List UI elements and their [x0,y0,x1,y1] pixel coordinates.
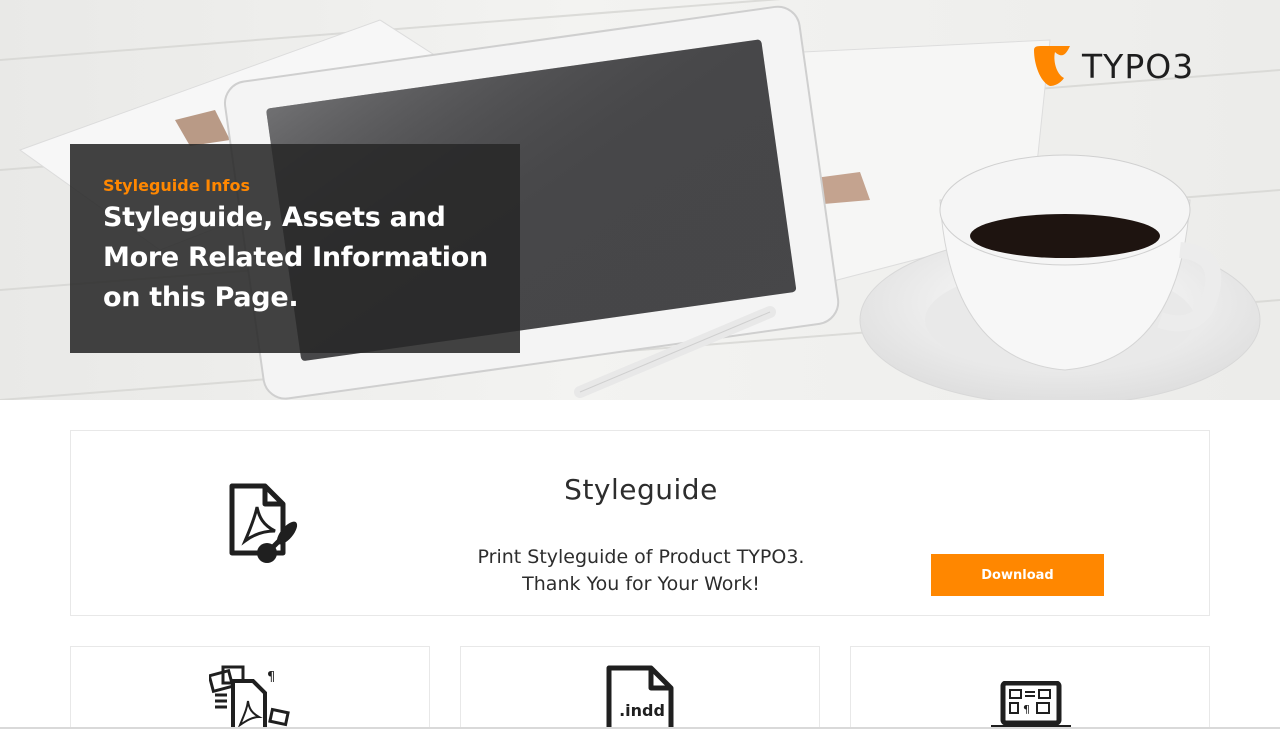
card-title: Styleguide [564,473,718,506]
hero-kicker: Styleguide Infos [103,176,250,195]
hero-info-box: Styleguide Infos Styleguide, Assets and … [70,144,520,353]
card-description: Print Styleguide of Product TYPO3. Thank… [441,544,841,598]
svg-text:¶: ¶ [1023,703,1030,716]
typo3-logo[interactable]: TYPO3 [1030,42,1194,90]
asset-card-layout[interactable]: ¶ [850,646,1210,729]
asset-card-collage[interactable]: ¶ [70,646,430,729]
card-description-line2: Thank You for Your Work! [522,573,760,595]
styleguide-card: Styleguide Print Styleguide of Product T… [70,430,1210,616]
download-button[interactable]: Download [931,554,1104,596]
hero-title: Styleguide, Assets and More Related Info… [103,202,488,313]
hero-banner: TYPO3 Styleguide Infos Styleguide, Asset… [0,0,1280,400]
laptop-layout-icon: ¶ [991,681,1071,729]
assets-collage-pdf-icon: ¶ [209,665,290,729]
asset-card-indd[interactable]: .indd [460,646,820,729]
logo-text: TYPO3 [1082,46,1195,86]
typo3-logo-icon [1034,46,1070,86]
svg-text:¶: ¶ [267,670,275,685]
indd-file-label: .indd [619,701,665,720]
card-description-line1: Print Styleguide of Product TYPO3. [477,546,805,568]
